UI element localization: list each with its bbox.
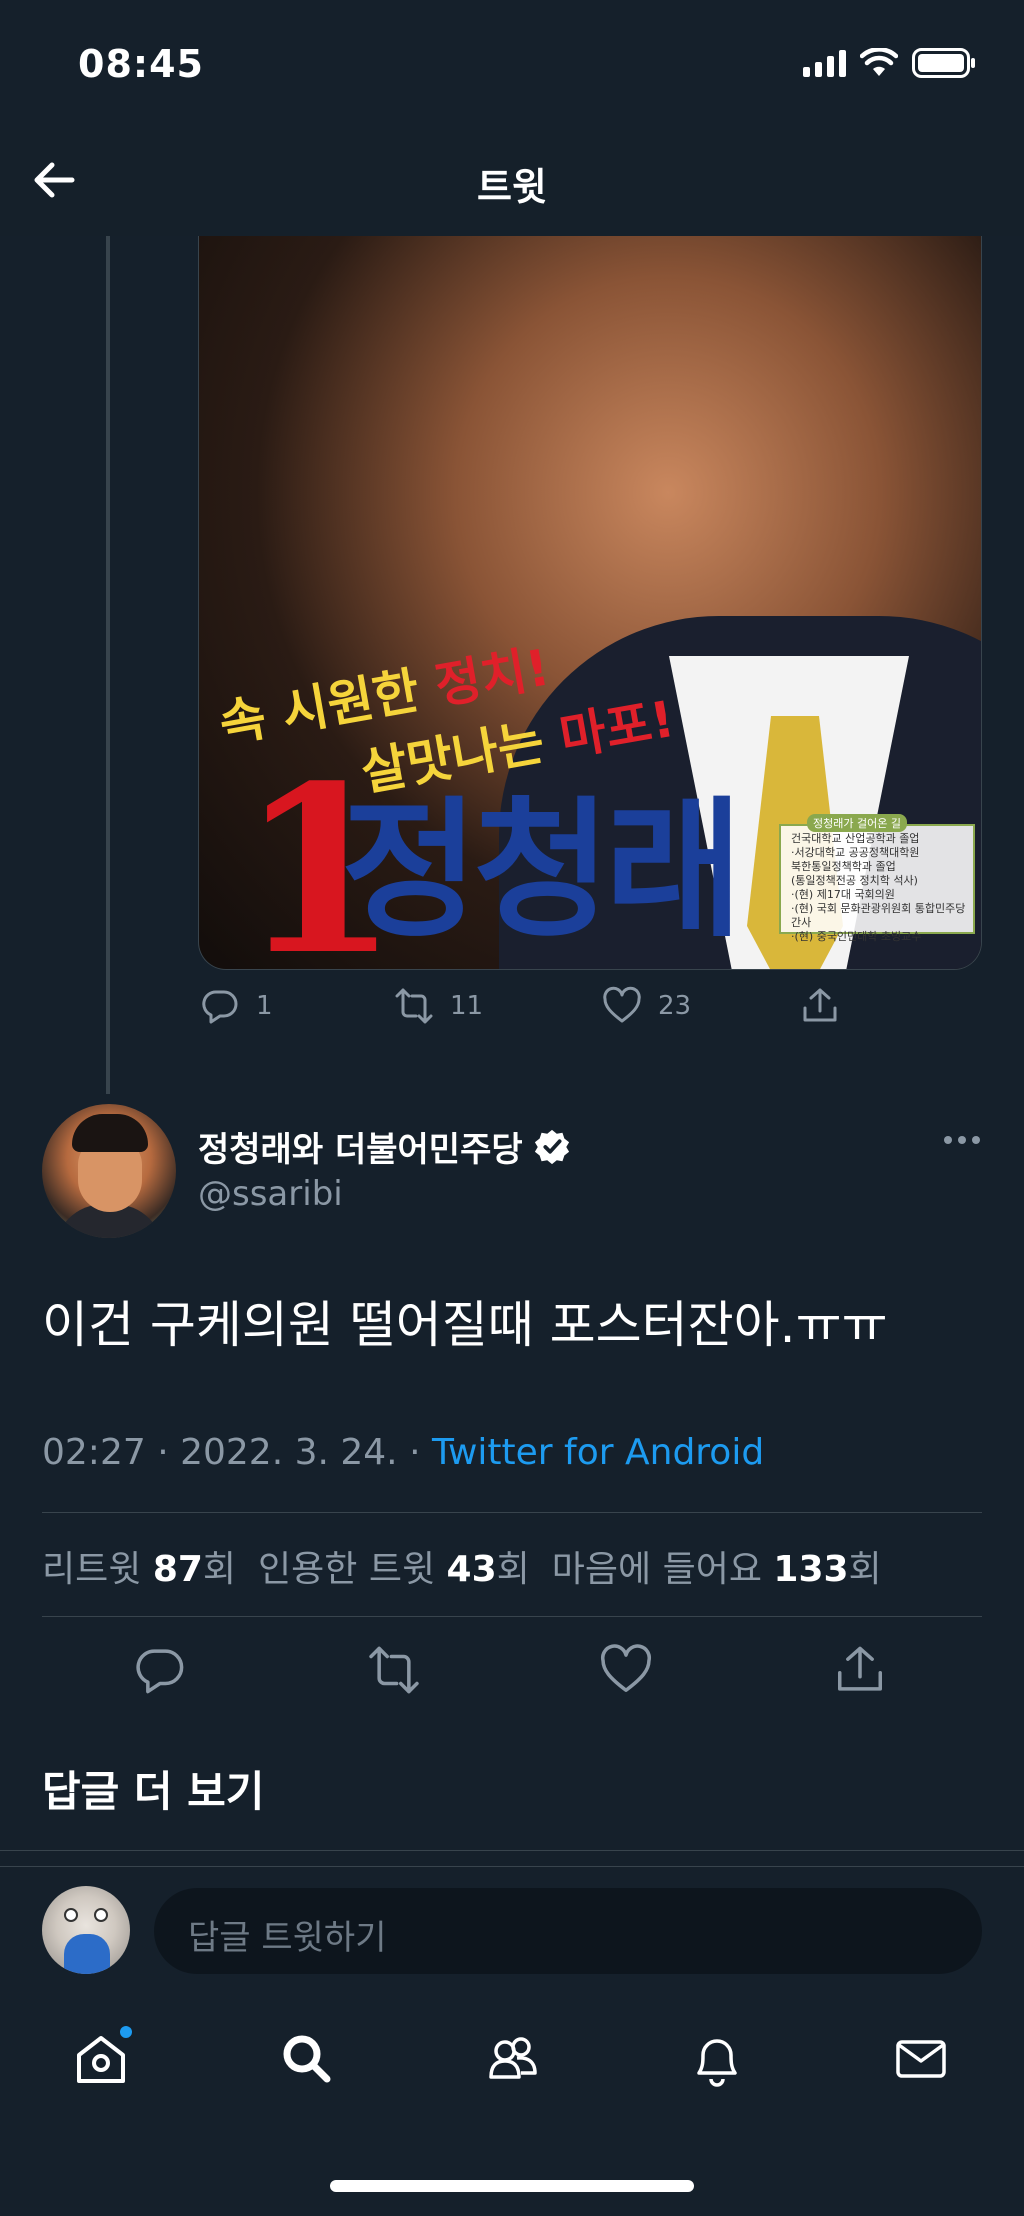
tweet-source-link[interactable]: Twitter for Android <box>432 1432 764 1473</box>
author-display-name-row[interactable]: 정청래와 더불어민주당 <box>198 1122 571 1171</box>
author-display-name: 정청래와 더불어민주당 <box>198 1130 523 1170</box>
notification-dot <box>118 2024 134 2040</box>
likes-stat[interactable]: 마음에 들어요 133회 <box>552 1549 882 1590</box>
thread-connector-line <box>106 236 110 1094</box>
nav-communities[interactable] <box>478 2024 548 2094</box>
author-avatar[interactable] <box>42 1104 176 1238</box>
retweet-icon <box>395 988 433 1024</box>
verified-badge-icon <box>534 1129 569 1164</box>
parent-like-count: 23 <box>658 991 692 1021</box>
retweets-stat[interactable]: 리트윗 87회 <box>42 1549 236 1590</box>
reply-icon <box>202 990 238 1024</box>
page-title: 트윗 <box>477 165 547 209</box>
tweet-stats: 리트윗 87회 인용한 트윗 43회 마음에 들어요 133회 <box>42 1540 882 1592</box>
poster-bio-line: 건국대학교 산업공학과 졸업 <box>791 832 920 845</box>
wifi-icon <box>860 48 898 76</box>
poster-bio-line: (통일정책전공 정치학 석사) <box>791 874 918 887</box>
home-indicator <box>330 2180 694 2192</box>
share-icon <box>837 1646 883 1691</box>
messages-icon <box>896 2040 946 2078</box>
divider <box>0 1866 1024 1867</box>
poster-bio-line: ·(현) 제17대 국회의원 <box>791 888 895 901</box>
parent-retweet-button[interactable]: 11 <box>394 986 483 1026</box>
divider <box>42 1616 982 1617</box>
search-icon <box>283 2035 331 2083</box>
status-icons <box>803 48 976 78</box>
poster-bio-line: ·서강대학교 공공정책대학원 <box>791 846 920 859</box>
nav-home[interactable] <box>66 2024 136 2094</box>
tweet-media-image[interactable]: 속 시원한 정치! 살맛나는 마포! 1 정청래 건국대학교 산업공학과 졸업 … <box>198 236 982 970</box>
reply-input[interactable]: 답글 트윗하기 <box>154 1888 982 1974</box>
reply-button[interactable] <box>130 1640 190 1700</box>
poster-bio-box: 건국대학교 산업공학과 졸업 ·서강대학교 공공정책대학원 북한통일정책학과 졸… <box>779 824 975 943</box>
tweet-actions <box>0 1640 1024 1710</box>
status-time: 08:45 <box>78 42 204 86</box>
parent-reply-button[interactable]: 1 <box>200 986 273 1026</box>
more-options-icon[interactable] <box>944 1136 980 1144</box>
tweet-timestamp: 02:27 · 2022. 3. 24. · <box>42 1432 432 1473</box>
status-bar: 08:45 <box>0 0 1024 130</box>
battery-icon <box>912 48 975 78</box>
tweet-text: 이건 구케의원 떨어질때 포스터잔아.ㅠㅠ <box>42 1296 888 1354</box>
heart-icon <box>600 1644 652 1693</box>
nav-notifications[interactable] <box>682 2024 752 2094</box>
divider <box>0 1850 1024 1851</box>
retweet-icon <box>369 1646 419 1694</box>
share-button[interactable] <box>830 1640 890 1700</box>
share-icon <box>803 988 837 1022</box>
poster-bio-title: 정청래가 걸어온 길 <box>807 814 907 832</box>
poster-bio-line: 북한통일정책학과 졸업 <box>791 860 896 873</box>
communities-icon <box>489 2037 537 2079</box>
cellular-signal-icon <box>803 49 846 77</box>
parent-reply-count: 1 <box>256 991 273 1021</box>
tweet-meta: 02:27 · 2022. 3. 24. · Twitter for Andro… <box>42 1432 764 1473</box>
more-replies-heading[interactable]: 답글 더 보기 <box>42 1758 264 1819</box>
current-user-avatar[interactable] <box>42 1886 130 1974</box>
top-header: 트윗 <box>0 130 1024 236</box>
poster-bio-line: ·(현) 국회 문화관광위원회 통합민주당 간사 <box>791 902 966 929</box>
nav-messages[interactable] <box>886 2024 956 2094</box>
notifications-icon <box>697 2039 737 2087</box>
poster-bio-line: ·(현) 중국인민대학 초빙교수 <box>791 930 922 943</box>
quotes-stat[interactable]: 인용한 트윗 43회 <box>258 1549 530 1590</box>
poster-candidate-name: 정청래 <box>341 784 743 958</box>
divider <box>42 1512 982 1513</box>
heart-icon <box>603 986 641 1023</box>
retweet-button[interactable] <box>364 1640 424 1700</box>
parent-retweet-count: 11 <box>450 991 484 1021</box>
parent-share-button[interactable] <box>800 986 840 1026</box>
nav-search[interactable] <box>272 2024 342 2094</box>
reply-icon <box>136 1649 184 1694</box>
parent-tweet-actions: 1 11 23 <box>200 986 860 1042</box>
parent-like-button[interactable]: 23 <box>602 986 691 1026</box>
like-button[interactable] <box>596 1640 656 1700</box>
author-handle[interactable]: @ssaribi <box>198 1174 343 1214</box>
bottom-nav <box>0 2000 1024 2130</box>
